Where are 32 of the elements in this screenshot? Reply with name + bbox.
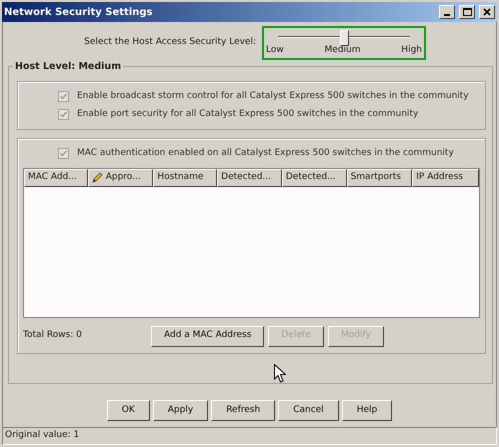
dialog-button[interactable]: Cancel [278,400,339,421]
column-header[interactable]: Appro... [88,168,154,186]
tick-label: Medium [324,44,361,57]
column-header[interactable]: Smartports [346,168,412,186]
window-title: Network Security Settings [4,6,154,20]
checkbox-label: MAC authentication enabled on all Catalyst Express 500 switches in the community [77,147,454,160]
column-header[interactable]: IP Address [412,168,479,186]
maximize-icon [462,8,472,16]
status-text: Original value: 1 [5,429,80,442]
minimize-button[interactable] [439,5,455,19]
slider-label: Select the Host Access Security Level: [84,36,256,50]
pencil-icon [92,172,103,183]
checkbox-label: Enable broadcast storm control for all Catalyst Express 500 switches in the community [77,90,469,103]
security-level-slider[interactable]: Low Medium High [262,26,426,60]
dialog-button[interactable]: Help [342,400,392,421]
tick-label: High [401,44,422,57]
total-rows-text: Total Rows: 0 [23,329,83,342]
column-header[interactable]: MAC Add... [24,168,88,186]
slider-thumb[interactable] [340,30,349,46]
column-header[interactable]: Detected... [217,168,282,186]
tick-label: Low [266,44,284,57]
mouse-pointer-icon [274,364,286,383]
column-header[interactable]: Hostname [153,168,218,186]
maximize-button[interactable] [459,5,475,19]
column-header[interactable]: Detected... [282,168,347,186]
close-button[interactable] [479,5,495,19]
action-button[interactable]: Add a MAC Address [151,326,264,346]
close-icon [483,8,491,16]
checkbox-label: Enable port security for all Catalyst Express 500 switches in the community [77,108,418,120]
dialog-button[interactable]: Apply [152,400,208,421]
dialog-button[interactable]: Refresh [211,400,276,421]
dialog-button[interactable]: OK [106,400,150,421]
